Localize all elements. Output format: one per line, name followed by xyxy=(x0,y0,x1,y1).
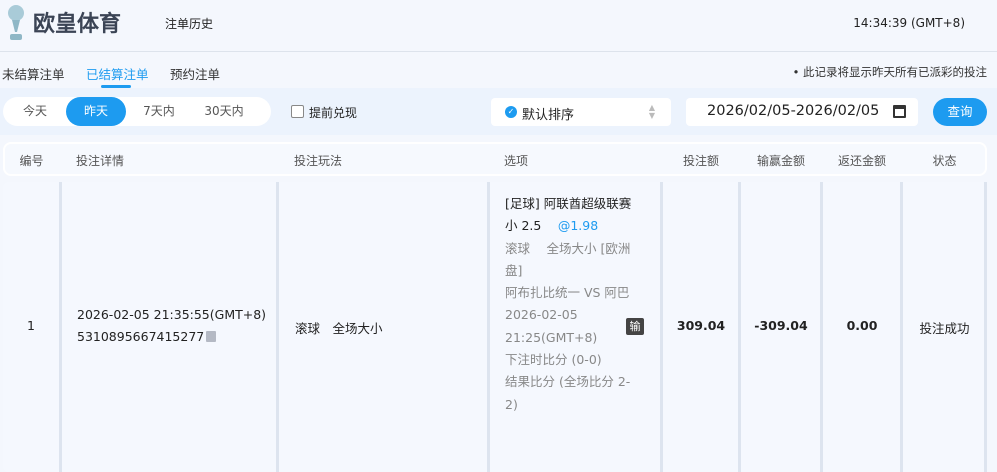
pick: 小 2.5 xyxy=(505,218,542,234)
tab-scheduled[interactable]: 预约注单 xyxy=(170,64,220,83)
odds: @1.98 xyxy=(557,218,599,234)
status: 投注成功 xyxy=(919,321,970,336)
info-note: • 此记录将显示昨天所有已派彩的投注 xyxy=(792,65,987,79)
col-returned: 返还金额 xyxy=(837,154,886,168)
sort-value: 默认排序 xyxy=(522,108,575,123)
sort-arrows-icon: ▲ ▼ xyxy=(648,103,655,120)
copy-icon[interactable] xyxy=(206,331,216,342)
calendar-icon[interactable] xyxy=(893,105,906,118)
trophy-logo-icon xyxy=(8,5,24,40)
returned: 0.00 xyxy=(846,318,878,333)
win-loss: -309.04 xyxy=(754,318,808,333)
range-30days[interactable]: 30天内 xyxy=(193,97,255,126)
row-number: 1 xyxy=(27,318,35,333)
match-time: 2026-02-05 21:25(GMT+8) xyxy=(505,307,598,345)
league: [足球] 阿联酋超级联赛 xyxy=(505,196,632,211)
bet-time: 2026-02-05 21:35:55(GMT+8) xyxy=(77,307,267,322)
page-title: 注单历史 xyxy=(165,17,214,31)
col-option: 选项 xyxy=(504,154,529,168)
range-today[interactable]: 今天 xyxy=(3,97,67,126)
col-winloss: 输赢金额 xyxy=(756,154,805,168)
stake: 309.04 xyxy=(676,318,726,333)
divider xyxy=(0,51,997,52)
col-divider xyxy=(59,182,62,472)
market: 滚球 全场大小 [欧洲盘] xyxy=(505,240,631,278)
col-divider xyxy=(487,182,490,472)
range-yesterday[interactable]: 昨天 xyxy=(66,97,126,126)
clock: 14:34:39 (GMT+8) xyxy=(853,16,965,30)
query-button[interactable]: 查询 xyxy=(933,98,987,126)
match: 阿布扎比统一 VS 阿巴 xyxy=(505,285,630,301)
sort-select[interactable]: ✓ 默认排序 ▲ ▼ xyxy=(491,98,671,126)
early-cashout-label: 提前兑现 xyxy=(309,106,358,120)
brand-name: 欧皇体育 xyxy=(33,12,122,37)
col-play: 投注玩法 xyxy=(294,154,343,168)
bet-option: [足球] 阿联酋超级联赛 小 2.5 @1.98 滚球 全场大小 [欧洲盘] 阿… xyxy=(505,193,635,416)
col-detail: 投注详情 xyxy=(76,154,125,168)
col-no: 编号 xyxy=(19,154,44,168)
date-range-value: 2026/02/05-2026/02/05 xyxy=(707,103,880,119)
tab-unsettled[interactable]: 未结算注单 xyxy=(2,64,65,83)
col-status: 状态 xyxy=(932,154,957,168)
tab-settled[interactable]: 已结算注单 xyxy=(86,64,149,83)
check-circle-icon: ✓ xyxy=(505,106,517,118)
score-at-bet: 下注时比分 (0-0) xyxy=(505,352,602,368)
lose-badge: 输 xyxy=(626,318,644,335)
bet-play: 滚球 全场大小 xyxy=(295,321,383,336)
col-stake: 投注额 xyxy=(682,154,719,168)
bet-id: 5310895667415277 xyxy=(77,329,205,344)
date-range-segment: 今天 昨天 7天内 30天内 xyxy=(3,97,271,126)
early-cashout-checkbox[interactable] xyxy=(291,105,304,118)
result-score: 结果比分 (全场比分 2-2) xyxy=(505,374,631,412)
range-7days[interactable]: 7天内 xyxy=(129,97,189,126)
date-range-input[interactable]: 2026/02/05-2026/02/05 xyxy=(686,98,918,126)
col-divider xyxy=(276,182,279,472)
